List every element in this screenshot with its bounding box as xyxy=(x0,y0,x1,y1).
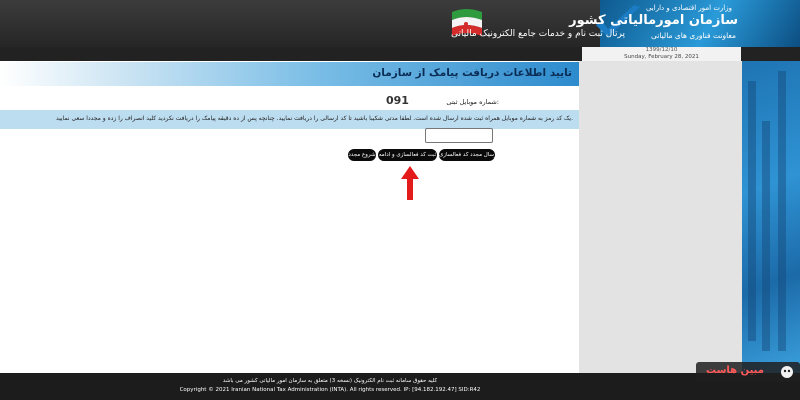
main-content: تایید اطلاعات دریافت پیامک از سازمان شما… xyxy=(0,61,579,373)
portal-title: پرتال ثبت نام و خدمات جامع الکترونیک مال… xyxy=(450,29,625,39)
restart-button[interactable]: شروع مجدد xyxy=(348,149,376,161)
resend-code-button[interactable]: ارسال مجدد کد فعالسازی xyxy=(439,149,498,161)
activation-code-input[interactable] xyxy=(425,128,493,143)
site-header: وزارت امور اقتصادی و دارایی سازمان امورم… xyxy=(0,0,800,47)
site-footer: کلیه حقوق سامانه ثبت نام الکترونیک (نسخه… xyxy=(0,373,800,400)
sms-info-box: یک کد رمز به شماره موبایل همراه ثبت شده … xyxy=(0,110,579,129)
right-decorative-panel xyxy=(742,61,800,373)
date-display: 1399/12/10 Sunday, February 28, 2021 xyxy=(582,47,741,62)
mascot-icon xyxy=(781,366,793,378)
page-title: تایید اطلاعات دریافت پیامک از سازمان xyxy=(372,67,572,79)
footer-rights-fa: کلیه حقوق سامانه ثبت نام الکترونیک (نسخه… xyxy=(222,378,438,384)
submit-code-button[interactable]: ثبت کد فعالسازی و ادامه xyxy=(378,149,437,161)
sms-info-text: یک کد رمز به شماره موبایل همراه ثبت شده … xyxy=(55,115,573,122)
title-bar: تایید اطلاعات دریافت پیامک از سازمان xyxy=(0,62,579,86)
footer-copyright: Copyright © 2021 Iranian National Tax Ad… xyxy=(179,387,481,393)
gregorian-date: Sunday, February 28, 2021 xyxy=(624,54,699,60)
mobile-number-label: شماره موبایل ثبتی: xyxy=(446,98,499,106)
watermark-text: مبین هاست xyxy=(706,365,764,376)
watermark-logo: مبین هاست xyxy=(696,362,800,382)
persian-date: 1399/12/10 xyxy=(645,47,678,53)
mobile-number-value: 091 xyxy=(386,94,409,107)
ministry-name: وزارت امور اقتصادی و دارایی xyxy=(645,4,732,12)
org-name: سازمان امورمالیاتی کشور xyxy=(569,13,738,28)
sidebar-panel xyxy=(579,61,742,373)
red-arrow-up-icon xyxy=(401,166,419,200)
